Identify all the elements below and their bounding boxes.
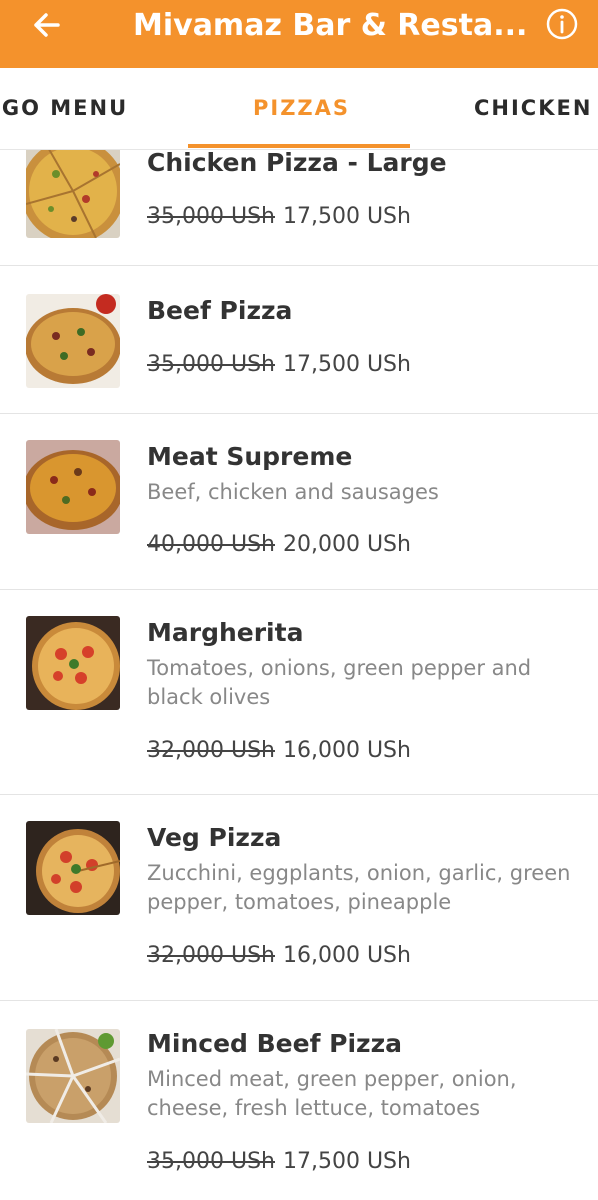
pizza-image: [26, 821, 120, 915]
discounted-price: 20,000 USh: [282, 532, 411, 557]
arrow-left-icon[interactable]: [28, 10, 68, 40]
pizza-image: [26, 294, 120, 388]
original-price: 32,000 USh: [147, 738, 275, 763]
discounted-price: 17,500 USh: [282, 1149, 411, 1174]
category-tabs: OGO MENU PIZZAS CHICKEN: [0, 68, 598, 150]
item-name: Meat Supreme: [147, 442, 353, 471]
menu-list: Chicken Pizza - Large 35,000 USh 17,500 U…: [0, 150, 598, 1200]
discounted-price: 17,500 USh: [282, 204, 411, 229]
pizza-image: [26, 1029, 120, 1123]
item-name: Veg Pizza: [147, 823, 282, 852]
tab-chicken[interactable]: CHICKEN: [474, 96, 592, 120]
item-description: Minced meat, green pepper, onion, cheese…: [147, 1067, 517, 1120]
app-screen: Mivamaz Bar & Resta... OGO MENU PIZZAS C…: [0, 0, 598, 1200]
original-price: 35,000 USh: [147, 352, 275, 377]
menu-item[interactable]: Margherita Tomatoes, onions, green peppe…: [0, 590, 598, 795]
item-description: Zucchini, eggplants, onion, garlic, gree…: [147, 861, 571, 914]
pizza-image: [26, 616, 120, 710]
item-price: 32,000 USh 16,000 USh: [147, 738, 411, 763]
item-price: 40,000 USh 20,000 USh: [147, 532, 411, 557]
menu-item[interactable]: Chicken Pizza - Large 35,000 USh 17,500 U…: [0, 150, 598, 266]
discounted-price: 16,000 USh: [282, 738, 411, 763]
item-price: 32,000 USh 16,000 USh: [147, 943, 411, 968]
menu-item[interactable]: Meat Supreme Beef, chicken and sausages …: [0, 414, 598, 590]
item-name: Beef Pizza: [147, 296, 293, 325]
page-title: Mivamaz Bar & Resta...: [133, 8, 528, 43]
item-description: Tomatoes, onions, green pepper and black…: [147, 656, 532, 709]
menu-item[interactable]: Minced Beef Pizza Minced meat, green pep…: [0, 1001, 598, 1200]
original-price: 35,000 USh: [147, 1149, 275, 1174]
pizza-image: [26, 150, 120, 238]
item-price: 35,000 USh 17,500 USh: [147, 352, 411, 377]
discounted-price: 16,000 USh: [282, 943, 411, 968]
original-price: 32,000 USh: [147, 943, 275, 968]
item-name: Chicken Pizza - Large: [147, 150, 447, 177]
tab-logo-menu[interactable]: OGO MENU: [0, 96, 128, 120]
item-price: 35,000 USh 17,500 USh: [147, 1149, 411, 1174]
original-price: 40,000 USh: [147, 532, 275, 557]
menu-item[interactable]: Beef Pizza 35,000 USh 17,500 USh: [0, 266, 598, 414]
pizza-image: [26, 440, 120, 534]
original-price: 35,000 USh: [147, 204, 275, 229]
menu-item[interactable]: Veg Pizza Zucchini, eggplants, onion, ga…: [0, 795, 598, 1001]
item-description: Beef, chicken and sausages: [147, 480, 439, 504]
info-circle-icon[interactable]: [545, 7, 579, 41]
app-bar: Mivamaz Bar & Resta...: [0, 0, 598, 68]
item-name: Margherita: [147, 618, 304, 647]
item-price: 35,000 USh 17,500 USh: [147, 204, 411, 229]
discounted-price: 17,500 USh: [282, 352, 411, 377]
active-tab-indicator: [188, 144, 410, 148]
tab-pizzas[interactable]: PIZZAS: [253, 96, 350, 120]
item-name: Minced Beef Pizza: [147, 1029, 403, 1058]
